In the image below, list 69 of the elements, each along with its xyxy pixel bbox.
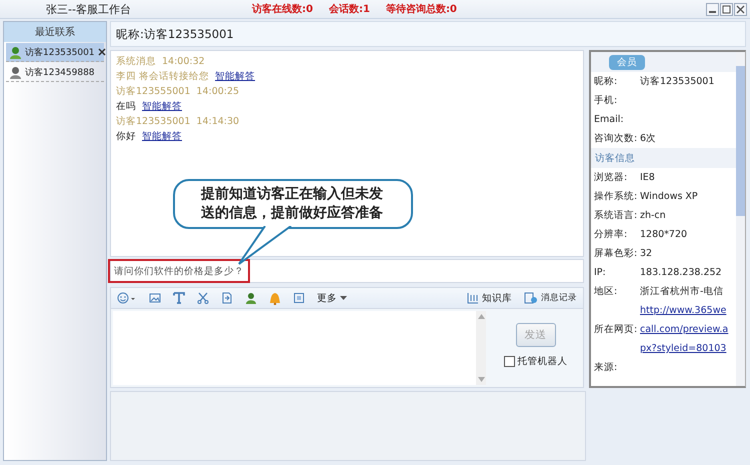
page-url-link[interactable]: call.com/preview.a (640, 324, 728, 335)
field-value: Windows XP (640, 191, 698, 202)
robot-hosting-label: 托管机器人 (518, 355, 568, 368)
stat-counter: 访客在线数:0 (252, 2, 313, 16)
minimize-icon[interactable] (706, 2, 719, 16)
section-header: 访客信息 (591, 148, 736, 168)
field-value: 1280*720 (640, 229, 688, 240)
close-icon[interactable] (98, 48, 106, 56)
typing-preview: 请问你们软件的价格是多少？ (108, 259, 250, 283)
scroll-up-icon[interactable] (478, 314, 484, 319)
font-icon[interactable] (173, 292, 185, 304)
smart-answer-link[interactable]: 智能解答 (142, 130, 182, 143)
field-label: Email: (593, 114, 625, 125)
emoji-icon[interactable] (117, 292, 137, 304)
field-value: zh-cn (640, 210, 666, 221)
image-icon[interactable] (149, 292, 161, 304)
caret-icon (340, 296, 347, 300)
page-url-link[interactable]: px?styleid=80103 (640, 343, 726, 354)
field-label: 咨询次数: (593, 132, 638, 145)
message-sender: 访客123555001 (116, 85, 190, 98)
scroll-down-icon[interactable] (478, 377, 484, 382)
field-label: 浏览器: (593, 171, 628, 184)
field-label: 昵称: (593, 75, 618, 88)
contact-item[interactable]: 访客123459888 (6, 63, 104, 82)
field-value: 183.128.238.252 (640, 267, 722, 278)
message-time: 14:00:25 (196, 86, 240, 97)
field-label: 系统语言: (593, 209, 638, 222)
sidebar-title: 最近联系 (4, 22, 106, 42)
maximize-icon[interactable] (720, 2, 733, 16)
field-label: 屏幕色彩: (593, 247, 638, 260)
field-label: 手机: (593, 94, 618, 107)
field-label: 所在网页: (593, 323, 638, 336)
message-text: 你好 (116, 130, 136, 143)
page-url-link[interactable]: http://www.365we (640, 305, 726, 316)
message-history-button[interactable]: 消息记录 (524, 292, 577, 304)
user-icon[interactable] (245, 292, 257, 304)
message-time: 14:14:30 (196, 116, 240, 127)
bars-icon (467, 292, 479, 304)
field-label: 地区: (593, 285, 618, 298)
file-icon[interactable] (221, 292, 233, 304)
stat-counter: 等待咨询总数:0 (386, 2, 457, 16)
bell-icon[interactable] (269, 292, 281, 304)
field-value: 32 (640, 248, 652, 259)
message-sender: 系统消息 (116, 55, 156, 68)
smart-answer-link[interactable]: 智能解答 (142, 100, 182, 113)
field-label: 操作系统: (593, 190, 638, 203)
scissors-icon[interactable] (197, 292, 209, 304)
field-value: 访客123535001 (640, 75, 714, 88)
square-icon[interactable] (293, 292, 305, 304)
field-value: IE8 (640, 172, 655, 183)
message-time: 14:00:32 (162, 56, 205, 67)
more-menu[interactable]: 更多 (317, 292, 347, 304)
field-label: IP: (593, 267, 607, 278)
document-icon (524, 292, 538, 304)
window-title: 张三--客服工作台 (46, 2, 132, 16)
smart-answer-link[interactable]: 智能解答 (215, 70, 256, 83)
stat-counter: 会话数:1 (328, 2, 370, 16)
close-icon[interactable] (734, 2, 747, 16)
knowledge-base-button[interactable]: 知识库 (467, 292, 512, 304)
message-text: 在吗 (116, 100, 136, 113)
field-value: 6次 (640, 132, 656, 145)
message-sender: 访客123535001 (116, 115, 190, 128)
message-text: 李四 将会话转接给您 (116, 70, 210, 83)
field-label: 来源: (593, 361, 618, 374)
field-value: 浙江省杭州市-电信 (640, 285, 724, 298)
checkbox[interactable] (504, 356, 514, 367)
contact-item[interactable]: 访客123535001 (6, 43, 104, 62)
chat-header: 昵称:访客123535001 (110, 21, 746, 47)
field-label: 分辨率: (593, 228, 628, 241)
